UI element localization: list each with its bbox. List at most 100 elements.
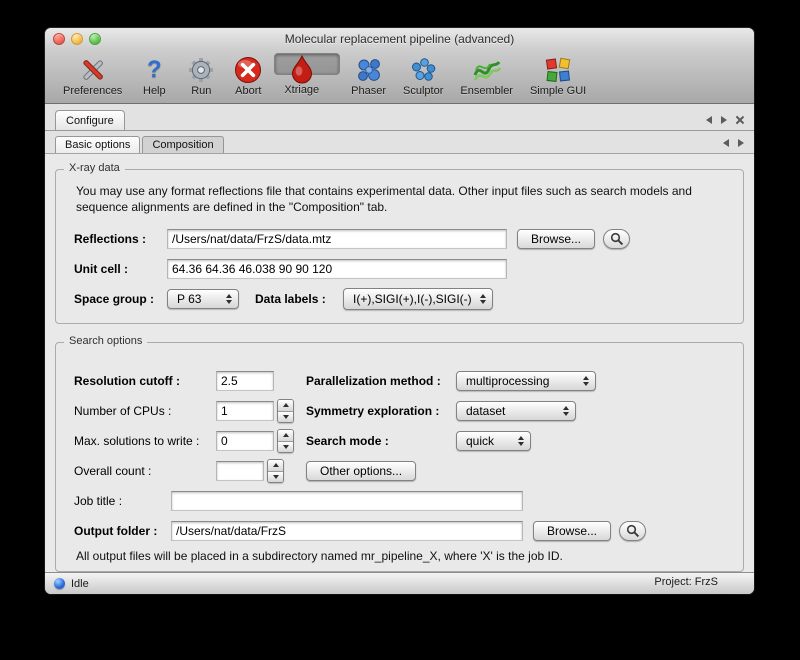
- notebook-scroll-right-icon[interactable]: [738, 139, 744, 147]
- abort-icon: [233, 55, 263, 85]
- select-arrows-icon: [583, 376, 589, 386]
- space-group-value: P 63: [177, 292, 201, 306]
- close-window-button[interactable]: [53, 33, 65, 45]
- unit-cell-label: Unit cell :: [74, 262, 167, 276]
- reflections-row: Reflections : Browse...: [74, 227, 725, 251]
- xray-description: You may use any format reflections file …: [76, 184, 723, 215]
- toolbar-item-abort[interactable]: Abort: [227, 53, 269, 98]
- space-group-select[interactable]: P 63: [167, 289, 239, 309]
- symmetry-exploration-select[interactable]: dataset: [456, 401, 576, 421]
- window-controls: [53, 33, 101, 45]
- number-of-cpus-label: Number of CPUs :: [74, 404, 216, 418]
- output-folder-browse-button[interactable]: Browse...: [533, 521, 611, 541]
- select-arrows-icon: [226, 294, 232, 304]
- unit-cell-row: Unit cell :: [74, 257, 725, 281]
- stepper-down-icon[interactable]: [268, 472, 283, 483]
- phaser-molecule-icon: [354, 55, 384, 85]
- max-solutions-label: Max. solutions to write :: [74, 434, 216, 448]
- parallelization-method-label: Parallelization method :: [306, 374, 456, 388]
- reflections-input[interactable]: [167, 229, 507, 249]
- toolbar-item-label: Run: [191, 85, 211, 97]
- output-folder-label: Output folder :: [74, 524, 171, 538]
- stepper-up-icon[interactable]: [278, 400, 293, 412]
- reflections-view-button[interactable]: [603, 229, 630, 249]
- window-title: Molecular replacement pipeline (advanced…: [285, 32, 514, 46]
- max-solutions-input[interactable]: [216, 431, 274, 451]
- toolbar-item-simple-gui[interactable]: Simple GUI: [524, 53, 592, 98]
- toolbar-item-run[interactable]: Run: [180, 53, 222, 98]
- output-folder-row: Output folder : Browse...: [74, 519, 725, 543]
- minimize-window-button[interactable]: [71, 33, 83, 45]
- toolbar-item-label: Simple GUI: [530, 85, 586, 97]
- stepper-down-icon[interactable]: [278, 412, 293, 423]
- data-labels-select[interactable]: I(+),SIGI(+),I(-),SIGI(-): [343, 288, 493, 310]
- data-labels-label: Data labels :: [255, 292, 343, 306]
- stepper-up-icon[interactable]: [268, 460, 283, 472]
- document-tab-bar: Configure: [45, 104, 754, 131]
- toolbar-item-label: Sculptor: [403, 85, 443, 97]
- notebook-tab-controls: [723, 139, 744, 153]
- max-solutions-stepper[interactable]: [277, 429, 294, 453]
- sculptor-molecule-icon: [408, 55, 438, 85]
- toolbar-item-preferences[interactable]: Preferences: [57, 53, 128, 98]
- search-mode-label: Search mode :: [306, 434, 456, 448]
- toolbar-item-ensembler[interactable]: Ensembler: [454, 53, 519, 98]
- resolution-cutoff-input[interactable]: [216, 371, 274, 391]
- job-title-row: Job title :: [74, 489, 725, 513]
- tab-scroll-left-icon[interactable]: [706, 116, 712, 124]
- parallelization-method-select[interactable]: multiprocessing: [456, 371, 596, 391]
- toolbar-item-sculptor[interactable]: Sculptor: [397, 53, 449, 98]
- toolbar-item-label: Help: [143, 85, 166, 97]
- cpus-stepper[interactable]: [277, 399, 294, 423]
- output-folder-view-button[interactable]: [619, 521, 646, 541]
- project-label: Project: FrzS: [654, 576, 718, 588]
- select-arrows-icon: [480, 294, 486, 304]
- output-note: All output files will be placed in a sub…: [76, 549, 723, 563]
- overall-count-label: Overall count :: [74, 464, 216, 478]
- preferences-icon: [78, 55, 108, 85]
- toolbar-item-label: Preferences: [63, 85, 122, 97]
- stepper-down-icon[interactable]: [278, 442, 293, 453]
- tab-configure-label: Configure: [66, 115, 114, 127]
- search-group-title: Search options: [64, 335, 147, 347]
- toolbar-item-xtriage[interactable]: Xtriage: [274, 53, 340, 75]
- tab-composition-label: Composition: [152, 139, 213, 151]
- zoom-window-button[interactable]: [89, 33, 101, 45]
- search-mode-value: quick: [466, 434, 494, 448]
- tab-configure[interactable]: Configure: [55, 110, 125, 130]
- magnifier-icon: [626, 524, 640, 538]
- xray-group-title: X-ray data: [64, 162, 125, 174]
- search-mode-select[interactable]: quick: [456, 431, 531, 451]
- parallelization-method-value: multiprocessing: [466, 374, 549, 388]
- help-icon: ?: [139, 55, 169, 85]
- overall-count-input[interactable]: [216, 461, 264, 481]
- toolbar-item-help[interactable]: ? Help: [133, 53, 175, 98]
- main-toolbar: Preferences ? Help Run: [45, 50, 754, 104]
- reflections-browse-button[interactable]: Browse...: [517, 229, 595, 249]
- output-folder-input[interactable]: [171, 521, 523, 541]
- stepper-up-icon[interactable]: [278, 430, 293, 442]
- simple-gui-icon: [543, 55, 573, 85]
- symmetry-exploration-label: Symmetry exploration :: [306, 404, 456, 418]
- number-of-cpus-input[interactable]: [216, 401, 274, 421]
- tab-composition[interactable]: Composition: [142, 136, 223, 153]
- space-group-row: Space group : P 63 Data labels : I(+),SI…: [74, 287, 725, 311]
- reflections-label: Reflections :: [74, 232, 167, 246]
- tab-close-icon[interactable]: [736, 116, 744, 124]
- symmetry-exploration-value: dataset: [466, 404, 505, 418]
- notebook-scroll-left-icon[interactable]: [723, 139, 729, 147]
- tab-basic-options[interactable]: Basic options: [55, 136, 140, 153]
- resolution-cutoff-label: Resolution cutoff :: [74, 374, 216, 388]
- unit-cell-input[interactable]: [167, 259, 507, 279]
- status-text: Idle: [71, 578, 89, 590]
- tab-scroll-right-icon[interactable]: [721, 116, 727, 124]
- cpus-row: Number of CPUs : Symmetry exploration : …: [74, 399, 725, 423]
- toolbar-item-phaser[interactable]: Phaser: [345, 53, 392, 98]
- other-options-button[interactable]: Other options...: [306, 461, 416, 481]
- title-bar: Molecular replacement pipeline (advanced…: [45, 28, 754, 50]
- job-title-label: Job title :: [74, 494, 171, 508]
- app-window: Molecular replacement pipeline (advanced…: [45, 28, 754, 594]
- overall-count-stepper[interactable]: [267, 459, 284, 483]
- job-title-input[interactable]: [171, 491, 523, 511]
- status-bar: Idle Project: FrzS: [45, 572, 754, 594]
